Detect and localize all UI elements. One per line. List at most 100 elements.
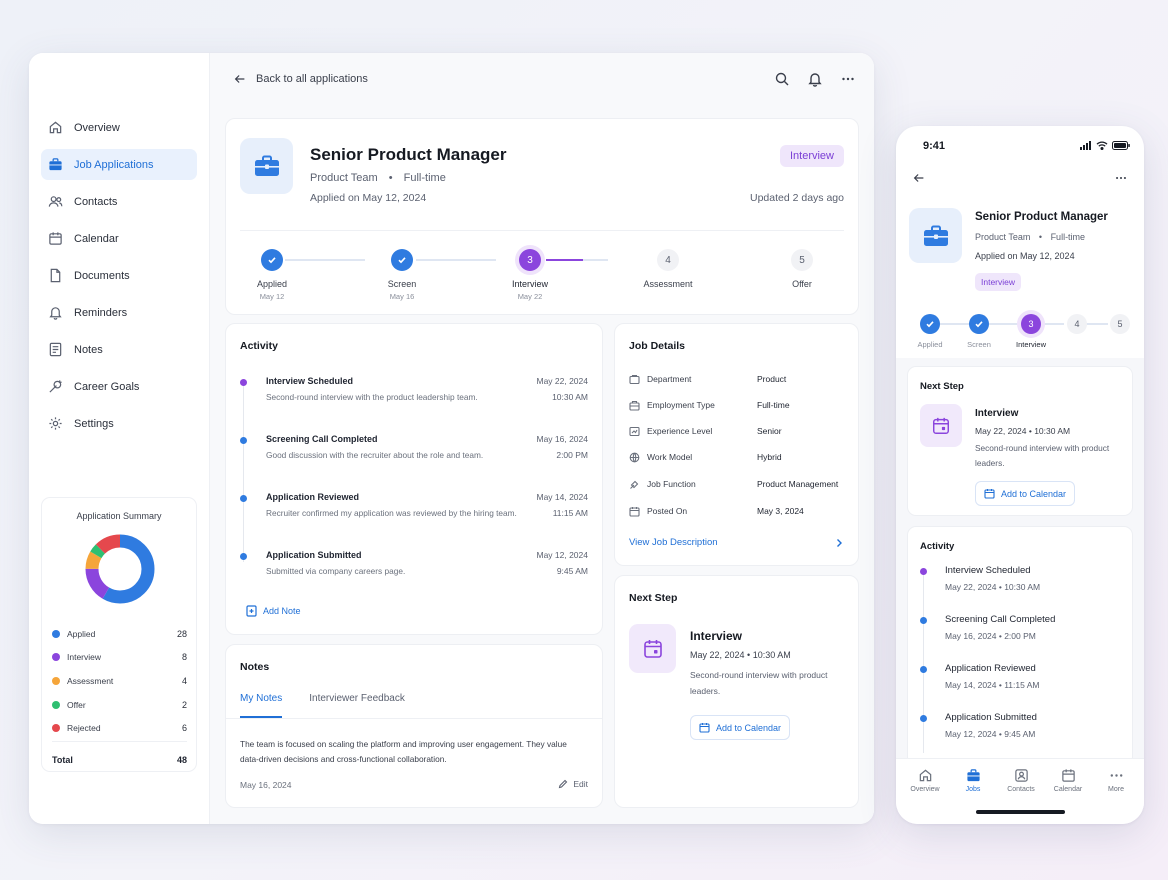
activity-time: 2:00 PM <box>556 450 588 460</box>
contacts-icon <box>1014 769 1028 782</box>
activity-card: Activity Interview Scheduled May 22, 202… <box>907 526 1133 766</box>
step-name: Offer <box>792 279 812 289</box>
step-number: 4 <box>1067 314 1087 334</box>
check-icon <box>920 314 940 334</box>
more-icon <box>1116 176 1126 180</box>
wifi-icon <box>1096 141 1108 150</box>
legend-row-offer: Offer 2 <box>52 693 187 717</box>
add-note-button[interactable]: Add Note <box>246 605 301 617</box>
timeline-dot <box>920 666 927 673</box>
calendar-icon <box>1061 769 1075 782</box>
sidebar-item-calendar[interactable]: Calendar <box>41 223 197 254</box>
sidebar-item-label: Documents <box>74 269 130 282</box>
next-step-card: Next Step Interview May 22, 2024 • 10:30… <box>907 366 1133 516</box>
note-text: The team is focused on scaling the platf… <box>240 739 567 764</box>
detail-row: Job Function Product Management <box>629 477 848 491</box>
calendar-icon <box>48 231 63 246</box>
detail-value: Product Management <box>757 479 839 489</box>
topbar-actions <box>774 71 856 87</box>
step-number: 5 <box>791 249 813 271</box>
next-step-event: Interview <box>975 408 1019 419</box>
main-content: Back to all applications Senior Product … <box>210 53 874 824</box>
calendar-icon <box>984 489 995 499</box>
progress-stepper: Applied May 12 Screen May 16 3 Interview… <box>226 249 858 309</box>
sidebar: Overview Job Applications Contacts Calen… <box>29 53 210 824</box>
activity-date: May 22, 2024 <box>536 376 588 386</box>
detail-value: Full-time <box>757 400 790 410</box>
legend-label: Applied <box>67 628 96 639</box>
legend-row-interview: Interview 8 <box>52 646 187 670</box>
application-summary-card: Application Summary Applied 28 Interview… <box>41 497 197 772</box>
sidebar-item-settings[interactable]: Settings <box>41 408 197 439</box>
add-to-calendar-label: Add to Calendar <box>716 722 782 733</box>
sidebar-item-overview[interactable]: Overview <box>41 112 197 143</box>
sidebar-item-career-goals[interactable]: Career Goals <box>41 371 197 402</box>
check-icon <box>261 249 283 271</box>
activity-desc: Submitted via company careers page. <box>266 566 406 576</box>
more-icon[interactable] <box>840 71 856 87</box>
tab-label: Overview <box>910 786 940 793</box>
legend-count: 28 <box>176 628 187 639</box>
sidebar-item-job-applications[interactable]: Job Applications <box>41 149 197 180</box>
activity-title: Application Reviewed <box>266 492 360 502</box>
tab-contacts[interactable]: Contacts <box>997 768 1045 793</box>
step-interview: 3 Interview May 22 <box>490 249 570 301</box>
more-button[interactable] <box>1114 171 1128 185</box>
tab-interviewer-feedback[interactable]: Interviewer Feedback <box>309 693 405 718</box>
tab-calendar[interactable]: Calendar <box>1044 768 1092 793</box>
add-to-calendar-button[interactable]: Add to Calendar <box>690 715 791 740</box>
job-team: Product Team <box>975 232 1031 242</box>
activity-title: Activity <box>240 340 278 352</box>
view-job-description-link[interactable]: View Job Description <box>629 537 844 548</box>
tab-jobs[interactable]: Jobs <box>949 768 997 793</box>
add-to-calendar-button[interactable]: Add to Calendar <box>975 481 1076 506</box>
notes-icon <box>48 342 63 357</box>
job-applied-date: Applied on May 12, 2024 <box>310 192 427 204</box>
total-label: Total <box>52 755 73 765</box>
summary-donut-chart <box>85 534 155 604</box>
timeline-dot <box>240 437 247 444</box>
back-button[interactable] <box>912 171 926 185</box>
sidebar-item-label: Notes <box>74 343 103 356</box>
notes-title: Notes <box>240 661 270 673</box>
bell-icon[interactable] <box>807 71 823 87</box>
tab-label: More <box>1108 786 1124 793</box>
tab-my-notes[interactable]: My Notes <box>240 693 283 718</box>
legend-count: 2 <box>181 699 187 710</box>
back-link[interactable]: Back to all applications <box>233 72 368 86</box>
briefcase-icon <box>48 157 63 172</box>
step-name: Interview <box>511 279 548 289</box>
step-interview: 3 Interview <box>1011 314 1051 349</box>
sidebar-item-contacts[interactable]: Contacts <box>41 186 197 217</box>
more-icon <box>1110 774 1122 777</box>
activity-title: Application Reviewed <box>945 663 1036 674</box>
step-number: 3 <box>519 249 541 271</box>
job-title: Senior Product Manager <box>310 145 507 164</box>
legend-count: 8 <box>181 652 187 663</box>
tab-overview[interactable]: Overview <box>901 768 949 793</box>
next-step-card: Next Step Interview May 22, 2024 • 10:30… <box>614 575 859 808</box>
detail-row: Experience Level Senior <box>629 424 848 438</box>
sidebar-item-notes[interactable]: Notes <box>41 334 197 365</box>
activity-desc: Recruiter confirmed my application was r… <box>266 508 517 518</box>
timeline-dot <box>920 715 927 722</box>
step-name: Screen <box>387 279 417 289</box>
legend-row-assessment: Assessment 4 <box>52 669 187 693</box>
step-date: May 22 <box>517 292 543 301</box>
activity-item: Interview Scheduled Second-round intervi… <box>240 376 588 416</box>
legend-label: Rejected <box>67 723 101 734</box>
sidebar-item-reminders[interactable]: Reminders <box>41 297 197 328</box>
job-title: Senior Product Manager <box>975 211 1108 223</box>
sidebar-item-documents[interactable]: Documents <box>41 260 197 291</box>
edit-note-button[interactable]: Edit <box>558 779 588 789</box>
step-offer: 5 <box>1100 314 1140 334</box>
detail-value: May 3, 2024 <box>757 506 804 516</box>
search-icon[interactable] <box>774 71 790 87</box>
briefcase-icon <box>966 769 980 782</box>
tab-more[interactable]: More <box>1092 768 1140 793</box>
document-icon <box>48 268 63 283</box>
home-indicator <box>976 810 1065 814</box>
status-bar-icons <box>1080 141 1130 150</box>
edit-label: Edit <box>573 779 588 789</box>
next-step-desc: Second-round interview with product lead… <box>975 443 1110 468</box>
